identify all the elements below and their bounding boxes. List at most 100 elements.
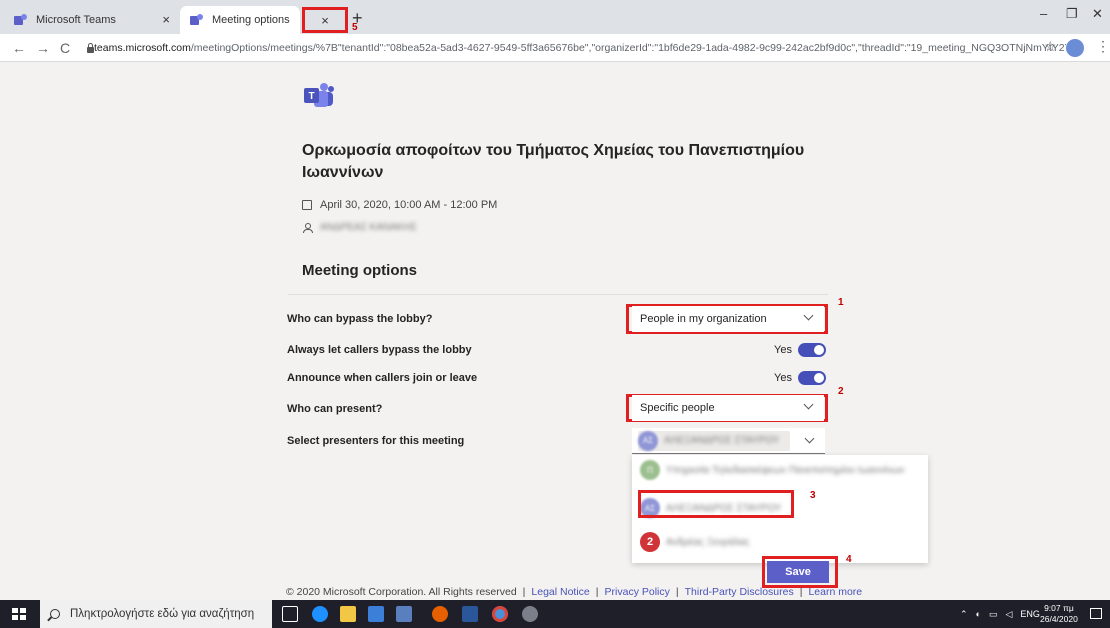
svg-text:T: T: [308, 91, 314, 102]
learn-more-link[interactable]: Learn more: [808, 586, 862, 598]
callers-bypass-toggle-row: Yes: [774, 343, 826, 357]
save-button[interactable]: Save: [767, 561, 829, 583]
meeting-title: Ορκωμοσία αποφοίτων του Τμήματος Χημείας…: [302, 142, 805, 181]
system-tray: ⌃ ◐ ▭ ◁ ENG: [960, 600, 1040, 628]
presenter-picker[interactable]: ΑΣ ΑΛΕΞΑΝΔΡΟΣ ΣΤΑΥΡΟΥ: [632, 428, 825, 454]
announce-toggle-row: Yes: [774, 371, 826, 385]
forward-icon[interactable]: →: [36, 40, 50, 56]
tab-close-button[interactable]: ×: [302, 7, 348, 33]
announce-state: Yes: [774, 372, 792, 384]
who-present-label: Who can present?: [287, 403, 383, 415]
who-present-dropdown[interactable]: Specific people: [632, 395, 824, 421]
avatar: Π: [640, 460, 660, 480]
bookmark-star-icon[interactable]: ☆: [1044, 38, 1057, 55]
word-icon[interactable]: [462, 606, 478, 622]
profile-avatar[interactable]: [1066, 39, 1084, 57]
footer: © 2020 Microsoft Corporation. All Rights…: [286, 586, 862, 598]
url-domain: teams.microsoft.com: [94, 42, 191, 54]
menu-icon[interactable]: ⋮: [1096, 38, 1110, 55]
task-view-icon[interactable]: [282, 606, 298, 622]
taskbar-clock[interactable]: 9:07 πμ 26/4/2020: [1040, 603, 1078, 625]
tab-microsoft-teams[interactable]: Microsoft Teams ×: [4, 6, 180, 34]
browser-toolbar: ← → C teams.microsoft.com /meetingOption…: [0, 34, 1110, 62]
annotation-marker: 1: [838, 297, 844, 308]
suggestion-name: Υπηρεσία Τηλεδιασκέψεων Πανεπιστημίου Ιω…: [666, 464, 905, 476]
minimize-icon[interactable]: –: [1040, 6, 1047, 21]
divider: [288, 294, 828, 295]
third-party-link[interactable]: Third-Party Disclosures: [685, 586, 794, 598]
suggestion-name: Ανδρέας Ξενράλας: [666, 536, 750, 548]
taskbar-search[interactable]: Πληκτρολογήστε εδώ για αναζήτηση: [40, 600, 272, 628]
legal-notice-link[interactable]: Legal Notice: [531, 586, 589, 598]
chevron-down-icon: [803, 399, 814, 410]
volume-icon[interactable]: ◁: [1006, 609, 1013, 620]
new-tab-button[interactable]: +: [352, 8, 363, 29]
who-present-value: Specific people: [640, 402, 715, 414]
copyright-text: © 2020 Microsoft Corporation. All Rights…: [286, 586, 517, 598]
teams-icon: [190, 14, 204, 26]
callers-bypass-state: Yes: [774, 344, 792, 356]
clock-time: 9:07 πμ: [1044, 603, 1074, 613]
taskbar-search-placeholder: Πληκτρολογήστε εδώ για αναζήτηση: [70, 608, 255, 620]
presenter-chip[interactable]: ΑΣ ΑΛΕΞΑΝΔΡΟΣ ΣΤΑΥΡΟΥ: [638, 430, 790, 451]
bypass-lobby-label: Who can bypass the lobby?: [287, 313, 433, 325]
back-icon[interactable]: ←: [12, 40, 26, 56]
store-icon[interactable]: [368, 606, 384, 622]
url-path: /meetingOptions/meetings/%7B"tenantId":"…: [190, 42, 1066, 54]
search-icon: [50, 609, 60, 619]
announce-label: Announce when callers join or leave: [287, 372, 478, 384]
tab-label: Microsoft Teams: [36, 14, 116, 26]
meeting-datetime: April 30, 2020, 10:00 AM - 12:00 PM: [320, 199, 498, 211]
close-window-icon[interactable]: ✕: [1092, 6, 1103, 22]
chevron-up-icon[interactable]: ⌃: [960, 609, 968, 620]
select-presenters-label: Select presenters for this meeting: [287, 435, 465, 447]
meeting-organizer-row: ΑΝΔΡΕΑΣ ΚΑΝΑΚΗΣ: [302, 222, 417, 233]
person-icon: [302, 222, 313, 233]
network-icon[interactable]: ◐: [976, 609, 981, 619]
privacy-policy-link[interactable]: Privacy Policy: [605, 586, 670, 598]
close-icon[interactable]: ×: [321, 13, 329, 28]
windows-start-icon[interactable]: [12, 608, 26, 620]
callers-bypass-toggle[interactable]: [797, 343, 826, 357]
annotation-box: [638, 490, 794, 518]
close-icon[interactable]: ×: [162, 12, 170, 27]
notification-icon[interactable]: [1090, 608, 1102, 619]
avatar: 2: [640, 532, 660, 552]
clock-date: 26/4/2020: [1040, 614, 1078, 624]
windows-taskbar: Πληκτρολογήστε εδώ για αναζήτηση ⌃ ◐ ▭ ◁…: [0, 600, 1110, 628]
suggestion-item[interactable]: 2 Ανδρέας Ξενράλας: [640, 532, 749, 552]
chrome-icon[interactable]: [492, 606, 508, 622]
reload-icon[interactable]: C: [60, 40, 70, 56]
restore-icon[interactable]: ❐: [1066, 6, 1078, 22]
browser-tab-strip: Microsoft Teams × Meeting options × 5 + …: [0, 0, 1110, 34]
bypass-lobby-dropdown[interactable]: People in my organization: [632, 306, 824, 332]
footer-separator: |: [595, 586, 599, 598]
app-icon[interactable]: [396, 606, 412, 622]
presenter-chip-name: ΑΛΕΞΑΝΔΡΟΣ ΣΤΑΥΡΟΥ: [664, 435, 780, 446]
suggestion-item[interactable]: Π Υπηρεσία Τηλεδιασκέψεων Πανεπιστημίου …: [640, 460, 904, 480]
footer-separator: |: [799, 586, 803, 598]
battery-icon[interactable]: ▭: [989, 609, 998, 620]
edge-icon[interactable]: [312, 606, 328, 622]
announce-toggle[interactable]: [797, 371, 826, 385]
annotation-marker: 3: [810, 490, 816, 501]
callers-bypass-label: Always let callers bypass the lobby: [287, 344, 472, 356]
file-explorer-icon[interactable]: [340, 606, 356, 622]
footer-separator: |: [522, 586, 526, 598]
annotation-marker: 2: [838, 386, 844, 397]
teams-icon: [14, 14, 28, 26]
language-indicator[interactable]: ENG: [1020, 609, 1040, 619]
address-bar[interactable]: teams.microsoft.com /meetingOptions/meet…: [86, 37, 1066, 59]
avatar: ΑΣ: [638, 430, 658, 451]
tab-meeting-options[interactable]: Meeting options: [180, 6, 300, 34]
chevron-down-icon[interactable]: [804, 433, 815, 444]
calendar-icon: [302, 200, 312, 210]
chevron-down-icon: [803, 310, 814, 321]
teams-logo-icon: T: [304, 83, 334, 107]
tab-label: Meeting options: [212, 14, 290, 26]
bypass-lobby-value: People in my organization: [640, 313, 767, 325]
section-title: Meeting options: [302, 262, 417, 279]
app-icon[interactable]: [522, 606, 538, 622]
meeting-datetime-row: April 30, 2020, 10:00 AM - 12:00 PM: [302, 199, 497, 211]
firefox-icon[interactable]: [432, 606, 448, 622]
